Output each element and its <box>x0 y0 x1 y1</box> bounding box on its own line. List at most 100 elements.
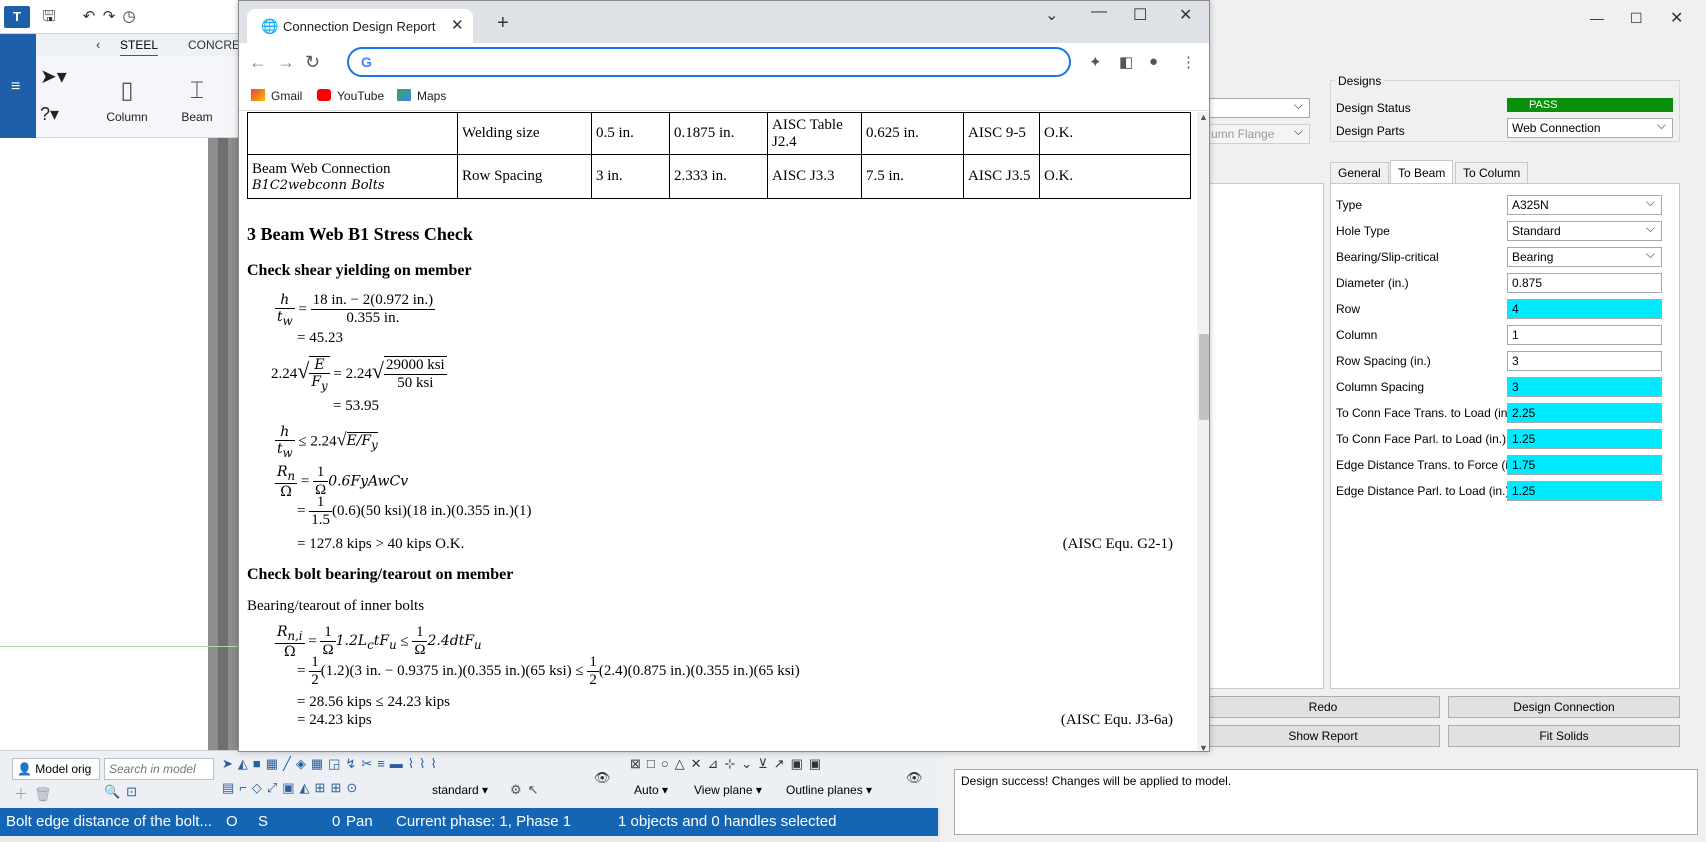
design-connection-button[interactable]: Design Connection <box>1448 696 1680 718</box>
design-parts-select[interactable]: Web Connection <box>1507 118 1673 138</box>
property-field[interactable]: 0.875 <box>1507 273 1662 293</box>
redo-button[interactable]: Redo <box>1206 696 1440 718</box>
scrollbar-thumb[interactable] <box>1199 334 1209 420</box>
side-panel-icon[interactable]: ◧ <box>1119 53 1133 71</box>
address-bar[interactable]: G <box>347 47 1071 77</box>
equation-slenderness-check: h tw ≤ 2.24√E/Fy <box>275 424 378 460</box>
property-select[interactable]: Bearing <box>1507 247 1662 267</box>
table-row: Beam Web Connection B1C2webconn Bolts Ro… <box>247 154 1191 199</box>
beam-button[interactable]: ⌶ Beam <box>172 72 222 124</box>
view-plane-select[interactable]: View plane ▾ <box>690 780 766 800</box>
eq1-denominator: 0.355 in. <box>346 310 400 327</box>
tab-to-column[interactable]: To Column <box>1455 162 1529 184</box>
property-label: Type <box>1336 198 1363 212</box>
scroll-up-icon[interactable]: ▲ <box>1199 112 1208 122</box>
eq5-line3: = 24.23 kips <box>297 712 372 728</box>
snap-toolbar-row3[interactable]: ⊠□○△✕⊿⊹⌄⊻↗▣▣ <box>630 756 910 778</box>
property-field[interactable]: 3 <box>1507 351 1662 371</box>
bookmark-maps[interactable]: Maps <box>397 89 446 103</box>
fit-solids-button[interactable]: Fit Solids <box>1448 725 1680 747</box>
dialog-maximize-icon[interactable]: ☐ <box>1630 10 1643 27</box>
report-page[interactable]: Welding size 0.5 in. 0.1875 in. AISC Tab… <box>239 112 1197 751</box>
search-model-input[interactable] <box>104 758 214 780</box>
ribbon-tab-steel[interactable]: STEEL <box>120 38 159 57</box>
property-field[interactable]: 1.25 <box>1507 429 1662 449</box>
kebab-menu-icon[interactable]: ⋮ <box>1181 53 1196 71</box>
redo-icon[interactable]: ↷ <box>100 8 118 26</box>
browser-close-icon[interactable]: ✕ <box>1179 5 1192 25</box>
history-icon[interactable]: ◷ <box>120 8 138 26</box>
save-icon[interactable]: 🖫 <box>40 8 58 26</box>
bookmark-gmail[interactable]: Gmail <box>251 89 302 103</box>
tekla-titlebar: T 🖫 ↶ ↷ ◷ <box>0 0 240 34</box>
status-phase[interactable]: Current phase: 1, Phase 1 <box>396 808 571 836</box>
left-combo-1[interactable] <box>1206 98 1310 118</box>
snap-toolbar-row2[interactable]: ▤⌐◇⤢▣◭⊞⊞⊙ <box>222 780 422 802</box>
extensions-icon[interactable]: ✦ <box>1089 53 1102 71</box>
tab-to-beam[interactable]: To Beam <box>1390 160 1454 184</box>
new-tab-icon[interactable]: + <box>497 13 509 33</box>
tab-general[interactable]: General <box>1330 162 1389 184</box>
eq4-sub-text: (0.6)(50 ksi)(18 in.)(0.355 in.)(1) <box>331 502 532 519</box>
search-tool-icons[interactable]: 🔍⊡ <box>104 784 143 800</box>
back-icon[interactable]: ← <box>249 52 267 73</box>
property-select[interactable]: A325N <box>1507 195 1662 215</box>
dialog-close-icon[interactable]: ✕ <box>1670 8 1683 28</box>
property-label: Edge Distance Parl. to Load (in.) <box>1336 484 1510 498</box>
property-field[interactable]: 3 <box>1507 377 1662 397</box>
dialog-minimize-icon[interactable]: — <box>1590 10 1604 26</box>
eq4-substitution: = 1 1.5 (0.6)(50 ksi)(18 in.)(0.355 in.)(1… <box>297 494 532 528</box>
report-scrollbar[interactable]: ▲ ▼ <box>1197 112 1209 751</box>
viewport-edge-inner <box>218 138 228 750</box>
view-standard-select[interactable]: standard ▾ <box>428 780 492 800</box>
add-remove-icons[interactable]: ＋🗑 <box>14 784 58 804</box>
forward-icon[interactable]: → <box>277 52 295 73</box>
eq5-line2: = 28.56 kips ≤ 24.23 kips <box>297 694 450 710</box>
select-arrow-icon[interactable]: ➤▾ <box>40 64 67 89</box>
model-viewport[interactable] <box>0 138 240 750</box>
reload-icon[interactable]: ↻ <box>305 52 320 73</box>
outline-planes-select[interactable]: Outline planes ▾ <box>782 780 876 800</box>
profile-avatar-icon[interactable]: ● <box>1149 53 1158 70</box>
status-o[interactable]: O <box>226 808 238 836</box>
eq2-denominator: 50 ksi <box>397 375 434 392</box>
left-combo-2[interactable]: umn Flange <box>1206 124 1310 144</box>
tekla-logo[interactable]: T <box>4 6 30 28</box>
scroll-down-icon[interactable]: ▼ <box>1199 743 1208 751</box>
snap-toolbar-row1[interactable]: ➤◭■▦╱◈▦◲↯✂≡▬⌇⌇⌇ <box>222 756 602 778</box>
part-line-1: Beam Web Connection <box>252 160 391 177</box>
query-icon[interactable]: ?▾ <box>40 104 59 125</box>
tab-close-icon[interactable]: ✕ <box>451 16 464 34</box>
model-origin-button[interactable]: 👤 Model orig <box>12 758 100 780</box>
browser-tab[interactable]: 🌐 Connection Design Report ✕ <box>247 9 473 43</box>
bookmarks-bar: Gmail YouTube Maps <box>239 83 1209 111</box>
property-select[interactable]: Standard <box>1507 221 1662 241</box>
property-field[interactable]: 2.25 <box>1507 403 1662 423</box>
hamburger-menu-icon[interactable]: ≡ <box>11 78 20 96</box>
browser-minimize-icon[interactable]: — <box>1091 3 1107 21</box>
model-origin-label: Model orig <box>35 762 92 776</box>
table-cell-required-min: 2.333 in. <box>669 154 768 199</box>
show-report-button[interactable]: Show Report <box>1206 725 1440 747</box>
property-field[interactable]: 1 <box>1507 325 1662 345</box>
ribbon-back-icon[interactable]: ‹ <box>96 37 100 52</box>
visibility-eye-icon[interactable]: 👁 <box>594 770 611 786</box>
undo-icon[interactable]: ↶ <box>80 8 98 26</box>
tab-search-chevron-icon[interactable]: ⌄ <box>1045 5 1058 25</box>
property-field[interactable]: 4 <box>1507 299 1662 319</box>
status-s[interactable]: S <box>258 808 268 836</box>
property-label: Hole Type <box>1336 224 1390 238</box>
auto-select[interactable]: Auto ▾ <box>630 780 672 800</box>
section-title: 3 Beam Web B1 Stress Check <box>247 224 473 244</box>
property-field[interactable]: 1.75 <box>1507 455 1662 475</box>
eq5-sub-left: (1.2)(3 in. − 0.9375 in.)(0.355 in.)(65 … <box>320 662 584 679</box>
table-cell-ref-min: AISC Table J2.4 <box>767 112 862 155</box>
filter-icons[interactable]: ⚙↖ <box>510 782 545 798</box>
property-field[interactable]: 1.25 <box>1507 481 1662 501</box>
e-fy-fraction: E Fy <box>309 356 330 393</box>
column-button[interactable]: ▯ Column <box>102 72 152 124</box>
visibility-eye-icon-2[interactable]: 👁 <box>906 770 923 786</box>
browser-maximize-icon[interactable]: ☐ <box>1133 5 1147 25</box>
table-cell-part: Beam Web Connection B1C2webconn Bolts <box>247 154 458 199</box>
bookmark-youtube[interactable]: YouTube <box>317 89 384 103</box>
